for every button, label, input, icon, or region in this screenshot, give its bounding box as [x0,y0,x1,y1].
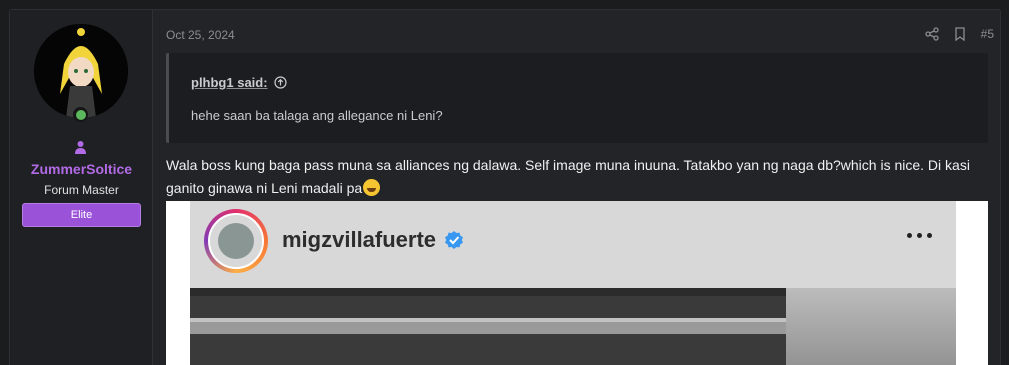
ig-username-row: migzvillafuerte [282,227,464,253]
rofl-emoji-icon [363,179,381,196]
quote-block: plhbg1 said: hehe saan ba talaga ang all… [166,53,988,143]
message-text: Wala boss kung baga pass muna sa allianc… [166,157,970,196]
more-dots-icon [907,233,932,238]
ig-photo [190,288,956,365]
quote-author-link[interactable]: plhbg1 said: [191,75,287,90]
post-number-link[interactable]: #5 [981,27,994,41]
quote-text: hehe saan ba talaga ang allegance ni Len… [191,108,443,123]
online-status-indicator [73,107,88,122]
bookmark-icon[interactable] [953,27,967,41]
user-sidebar: ZummerSoltice Forum Master Elite [10,10,153,365]
avatar[interactable] [34,24,128,118]
post-actions: #5 [924,27,994,41]
user-title: Forum Master [44,183,119,197]
instagram-screenshot: migzvillafuerte [190,201,956,365]
user-icon [75,141,86,154]
username-link[interactable]: ZummerSoltice [10,161,153,177]
embedded-image[interactable]: migzvillafuerte [166,201,988,365]
quote-author-label: plhbg1 said: [191,75,268,90]
ig-avatar [204,209,268,273]
post-message: Wala boss kung baga pass muna sa allianc… [166,154,996,200]
user-badge: Elite [22,203,141,227]
ig-username: migzvillafuerte [282,227,437,252]
arrow-up-circle-icon[interactable] [273,76,287,89]
verified-badge-icon [445,231,464,249]
forum-post: ZummerSoltice Forum Master Elite Oct 25,… [9,9,1001,365]
post-date[interactable]: Oct 25, 2024 [166,28,235,42]
share-icon[interactable] [924,27,939,41]
